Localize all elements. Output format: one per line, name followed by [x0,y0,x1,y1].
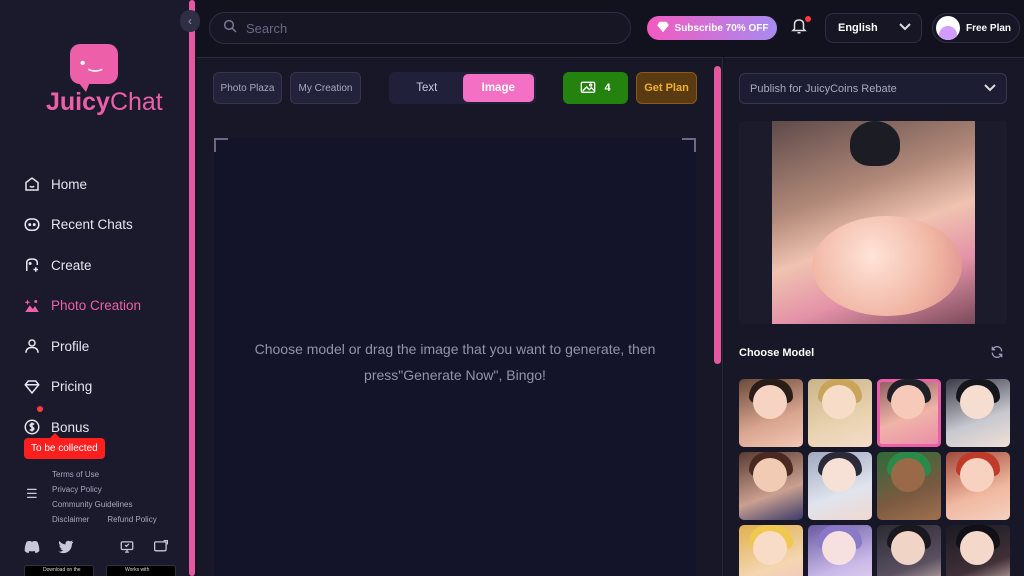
refund-link[interactable]: Refund Policy [107,512,156,527]
model-card[interactable] [877,525,941,576]
main-scrollbar[interactable] [714,66,721,364]
model-grid [739,379,1010,576]
photo-plaza-button[interactable]: Photo Plaza [213,72,282,104]
guidelines-link[interactable]: Community Guidelines [52,497,157,512]
search-input[interactable] [246,20,606,36]
choose-model-title: Choose Model [739,347,815,359]
social-links [24,540,169,559]
publish-select-value: Publish for JuicyCoins Rebate [750,82,897,95]
sidebar: •‿ JuicyChat Home Recent Chats Create Ph… [0,0,190,576]
tab-image[interactable]: Image [462,74,534,102]
model-preview [739,121,1007,324]
diamond-icon [22,377,42,397]
trophy-icon[interactable] [119,540,135,559]
model-card[interactable] [808,452,872,520]
frame-corner [682,138,696,152]
terms-link[interactable]: Terms of Use [52,467,157,482]
model-card[interactable] [946,452,1010,520]
chevron-down-icon [899,22,911,34]
photo-icon [22,296,42,316]
sidebar-item-label: Create [51,257,92,273]
sidebar-item-label: Profile [51,338,90,354]
footer-links: Terms of Use Privacy Policy Community Gu… [52,467,157,527]
notification-dot [37,406,43,412]
model-card-selected[interactable] [877,379,941,447]
works-with-button[interactable]: Works with [106,565,176,576]
get-plan-button[interactable]: Get Plan [636,72,697,104]
mode-toggle: Text Image [389,72,536,104]
plan-button[interactable]: Free Plan [932,13,1020,43]
model-card[interactable] [739,379,803,447]
sidebar-scrollbar[interactable] [189,0,195,576]
bonus-collect-badge[interactable]: To be collected [24,433,105,459]
store-buttons: Download on the Works with [24,565,176,576]
credits-count: 4 [604,82,611,94]
discord-icon[interactable] [24,540,40,559]
app-store-button[interactable]: Download on the [24,565,94,576]
twitter-icon[interactable] [58,540,74,559]
disclaimer-link[interactable]: Disclaimer [52,512,89,527]
sidebar-item-label: Recent Chats [51,217,133,233]
create-icon [22,255,42,275]
publish-select[interactable]: Publish for JuicyCoins Rebate [739,73,1007,104]
home-icon [22,174,42,194]
sidebar-item-photo-creation[interactable]: Photo Creation [22,286,182,327]
logo-icon: •‿ [70,44,118,92]
user-icon [22,336,42,356]
image-credits-button[interactable]: 4 [563,72,628,104]
model-card[interactable] [877,452,941,520]
sidebar-item-profile[interactable]: Profile [22,326,182,367]
language-value: English [838,22,878,34]
brand-name: JuicyChat [46,88,163,116]
sidebar-nav: Home Recent Chats Create Photo Creation … [22,164,182,448]
sidebar-item-label: Photo Creation [51,298,142,314]
model-card[interactable] [946,525,1010,576]
gem-icon [656,21,670,36]
search-icon [222,18,238,39]
sidebar-item-home[interactable]: Home [22,164,182,205]
sidebar-item-label: Home [51,176,88,192]
chevron-down-icon [984,83,996,95]
notification-dot [805,16,811,22]
menu-icon[interactable]: ☰ [26,486,38,502]
frame-corner [214,138,228,152]
chevron-left-icon: ‹ [188,14,192,28]
collapse-sidebar-button[interactable]: ‹ [180,10,200,32]
model-card[interactable] [946,379,1010,447]
model-card[interactable] [808,525,872,576]
sidebar-item-label: Pricing [51,379,93,395]
chat-icon [22,215,42,235]
dollar-icon [22,417,42,437]
model-card[interactable] [808,379,872,447]
tab-text[interactable]: Text [391,74,463,102]
model-card[interactable] [739,452,803,520]
avatar [936,16,960,40]
refresh-icon[interactable] [990,345,1004,362]
plan-label: Free Plan [966,22,1012,34]
image-dropzone[interactable]: Choose model or drag the image that you … [214,138,696,576]
preview-image [772,121,975,324]
sidebar-item-recent-chats[interactable]: Recent Chats [22,205,182,246]
sidebar-item-pricing[interactable]: Pricing [22,367,182,408]
subscribe-button[interactable]: Subscribe 70% OFF [647,16,777,40]
sidebar-item-create[interactable]: Create [22,245,182,286]
search-bar[interactable] [209,12,631,44]
my-creation-button[interactable]: My Creation [290,72,361,104]
dropzone-hint: Choose model or drag the image that you … [254,341,656,383]
privacy-link[interactable]: Privacy Policy [52,482,157,497]
app-window-icon[interactable] [153,540,169,559]
subscribe-label: Subscribe 70% OFF [674,22,769,34]
language-select[interactable]: English [825,13,922,43]
image-icon [580,80,596,97]
model-card[interactable] [739,525,803,576]
